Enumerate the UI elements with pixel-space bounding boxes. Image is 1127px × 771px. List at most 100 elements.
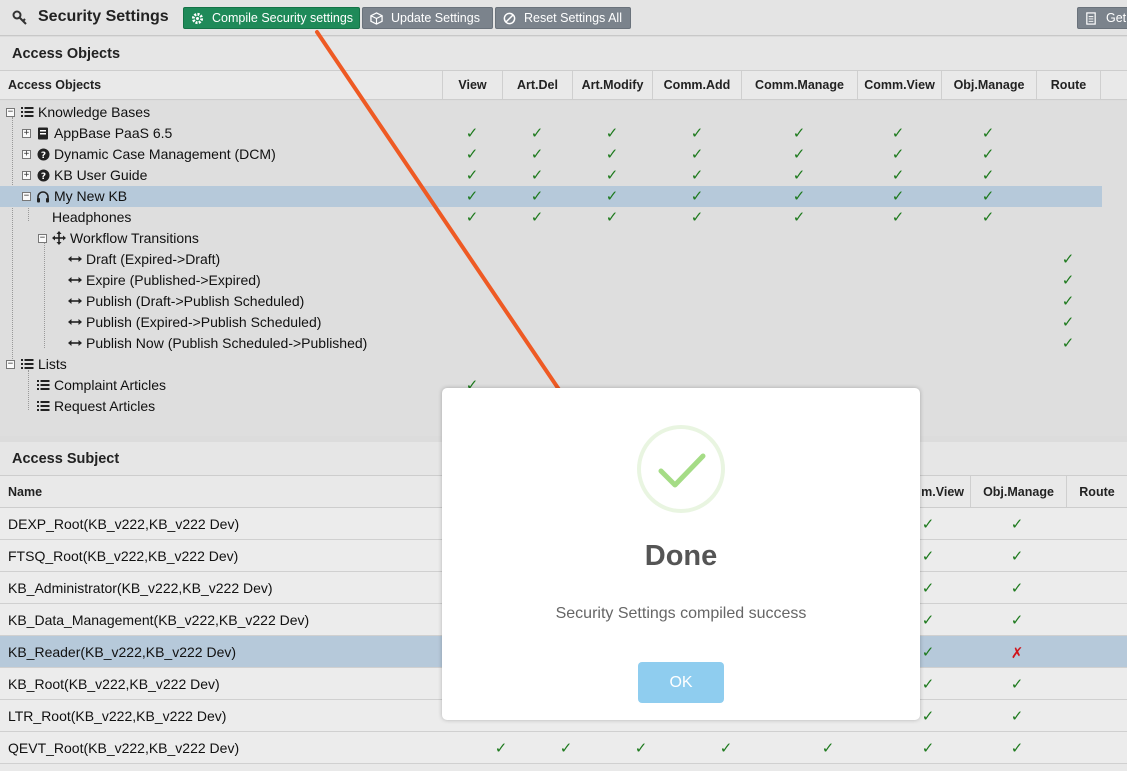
tree-row[interactable]: Expire (Published->Expired) ✓ — [0, 270, 1102, 291]
permission-check-icon[interactable]: ✓ — [918, 547, 938, 565]
col-header-art-modify[interactable]: Art.Modify — [572, 71, 652, 99]
permission-check-icon[interactable]: ✓ — [602, 187, 622, 205]
permission-denied-icon[interactable]: ✗ — [1007, 644, 1027, 662]
permission-check-icon[interactable]: ✓ — [789, 124, 809, 142]
update-settings-button[interactable]: Update Settings — [362, 7, 493, 29]
tree-row[interactable]: Publish (Draft->Publish Scheduled) ✓ — [0, 291, 1102, 312]
permission-check-icon[interactable]: ✓ — [687, 166, 707, 184]
permission-check-icon[interactable]: ✓ — [462, 166, 482, 184]
permission-check-icon[interactable]: ✓ — [918, 643, 938, 661]
permission-check-icon[interactable]: ✓ — [978, 187, 998, 205]
tree-row[interactable]: − Knowledge Bases — [0, 102, 1102, 123]
tree-row[interactable]: − My New KB ✓ ✓ ✓ ✓ ✓ ✓ ✓ — [0, 186, 1102, 207]
tree-row[interactable]: Headphones ✓ ✓ ✓ ✓ ✓ ✓ ✓ — [0, 207, 1102, 228]
permission-check-icon[interactable]: ✓ — [462, 145, 482, 163]
permission-check-icon[interactable]: ✓ — [1007, 675, 1027, 693]
get-button[interactable]: Get — [1077, 7, 1127, 29]
collapse-toggle[interactable]: − — [22, 191, 31, 201]
permission-check-icon[interactable]: ✓ — [631, 739, 651, 757]
permission-check-icon[interactable]: ✓ — [1007, 547, 1027, 565]
permission-check-icon[interactable]: ✓ — [1007, 707, 1027, 725]
permission-check-icon[interactable]: ✓ — [918, 579, 938, 597]
col-header-access-objects[interactable]: Access Objects — [0, 71, 442, 99]
permission-check-icon[interactable]: ✓ — [527, 187, 547, 205]
permission-check-icon[interactable]: ✓ — [716, 739, 736, 757]
compile-security-settings-button[interactable]: Compile Security settings — [183, 7, 360, 29]
permission-check-icon[interactable]: ✓ — [978, 166, 998, 184]
permission-check-icon[interactable]: ✓ — [888, 166, 908, 184]
permission-check-icon[interactable]: ✓ — [687, 145, 707, 163]
permission-check-icon[interactable]: ✓ — [1007, 611, 1027, 629]
permission-check-icon[interactable]: ✓ — [888, 145, 908, 163]
permission-check-icon[interactable]: ✓ — [1058, 271, 1078, 289]
col-header-route[interactable]: Route — [1066, 476, 1127, 507]
col-header-view[interactable]: View — [442, 71, 502, 99]
permission-check-icon[interactable]: ✓ — [602, 166, 622, 184]
permission-check-icon[interactable]: ✓ — [1058, 313, 1078, 331]
tree-row[interactable]: Publish Now (Publish Scheduled->Publishe… — [0, 333, 1102, 354]
permission-check-icon[interactable]: ✓ — [527, 166, 547, 184]
permission-check-icon[interactable]: ✓ — [687, 124, 707, 142]
permission-check-icon[interactable]: ✓ — [918, 611, 938, 629]
tree-row[interactable]: − Lists — [0, 354, 1102, 375]
permission-check-icon[interactable]: ✓ — [789, 145, 809, 163]
col-header-comm-add[interactable]: Comm.Add — [652, 71, 741, 99]
reset-settings-button[interactable]: Reset Settings All — [495, 7, 631, 29]
permission-check-icon[interactable]: ✓ — [602, 124, 622, 142]
permission-check-icon[interactable]: ✓ — [687, 208, 707, 226]
permission-check-icon[interactable]: ✓ — [918, 515, 938, 533]
permission-check-icon[interactable]: ✓ — [918, 739, 938, 757]
expand-toggle[interactable]: + — [22, 170, 31, 180]
permission-check-icon[interactable]: ✓ — [556, 739, 576, 757]
permission-check-icon[interactable]: ✓ — [602, 208, 622, 226]
permission-check-icon[interactable]: ✓ — [527, 124, 547, 142]
permission-check-icon[interactable]: ✓ — [888, 187, 908, 205]
table-row[interactable]: QEVT_Root(KB_v222,KB_v222 Dev) ✓ ✓ ✓ ✓ ✓ ✓ ✓ — [0, 732, 1127, 764]
permission-check-icon[interactable]: ✓ — [527, 145, 547, 163]
permission-check-icon[interactable]: ✓ — [527, 208, 547, 226]
permission-check-icon[interactable]: ✓ — [918, 675, 938, 693]
tree-row[interactable]: Draft (Expired->Draft) ✓ — [0, 249, 1102, 270]
tree-row[interactable]: Publish (Expired->Publish Scheduled) ✓ — [0, 312, 1102, 333]
permission-check-icon[interactable]: ✓ — [1007, 739, 1027, 757]
expand-toggle[interactable]: + — [22, 149, 31, 159]
permission-check-icon[interactable]: ✓ — [789, 187, 809, 205]
col-header-obj-manage[interactable]: Obj.Manage — [941, 71, 1036, 99]
col-header-comm-manage[interactable]: Comm.Manage — [741, 71, 857, 99]
tree-row[interactable]: + AppBase PaaS 6.5 ✓ ✓ ✓ ✓ ✓ ✓ ✓ — [0, 123, 1102, 144]
permission-check-icon[interactable]: ✓ — [1007, 515, 1027, 533]
permission-check-icon[interactable]: ✓ — [687, 187, 707, 205]
permission-check-icon[interactable]: ✓ — [789, 208, 809, 226]
tree-row[interactable]: +? Dynamic Case Management (DCM) ✓ ✓ ✓ ✓ ✓ ✓ ✓ — [0, 144, 1102, 165]
collapse-toggle[interactable]: − — [6, 107, 15, 117]
permission-check-icon[interactable]: ✓ — [978, 145, 998, 163]
permission-check-icon[interactable]: ✓ — [1058, 334, 1078, 352]
permission-check-icon[interactable]: ✓ — [918, 707, 938, 725]
expand-toggle[interactable]: + — [22, 128, 31, 138]
permission-check-icon[interactable]: ✓ — [462, 124, 482, 142]
collapse-toggle[interactable]: − — [6, 359, 15, 369]
permission-check-icon[interactable]: ✓ — [1058, 250, 1078, 268]
permission-check-icon[interactable]: ✓ — [1007, 579, 1027, 597]
permission-check-icon[interactable]: ✓ — [462, 208, 482, 226]
tree-row[interactable]: +? KB User Guide ✓ ✓ ✓ ✓ ✓ ✓ ✓ — [0, 165, 1102, 186]
permission-check-icon[interactable]: ✓ — [602, 145, 622, 163]
document-icon — [1084, 11, 1098, 25]
tree-row[interactable]: − Workflow Transitions — [0, 228, 1102, 249]
permission-check-icon[interactable]: ✓ — [491, 739, 511, 757]
permission-check-icon[interactable]: ✓ — [888, 208, 908, 226]
ok-button[interactable]: OK — [638, 662, 724, 703]
col-header-obj-manage[interactable]: Obj.Manage — [970, 476, 1066, 507]
col-header-name[interactable]: Name — [0, 476, 442, 507]
permission-check-icon[interactable]: ✓ — [888, 124, 908, 142]
collapse-toggle[interactable]: − — [38, 233, 47, 243]
permission-check-icon[interactable]: ✓ — [818, 739, 838, 757]
permission-check-icon[interactable]: ✓ — [1058, 292, 1078, 310]
col-header-route[interactable]: Route — [1036, 71, 1101, 99]
permission-check-icon[interactable]: ✓ — [789, 166, 809, 184]
permission-check-icon[interactable]: ✓ — [978, 124, 998, 142]
col-header-art-del[interactable]: Art.Del — [502, 71, 572, 99]
col-header-comm-view[interactable]: Comm.View — [857, 71, 941, 99]
permission-check-icon[interactable]: ✓ — [978, 208, 998, 226]
permission-check-icon[interactable]: ✓ — [462, 187, 482, 205]
